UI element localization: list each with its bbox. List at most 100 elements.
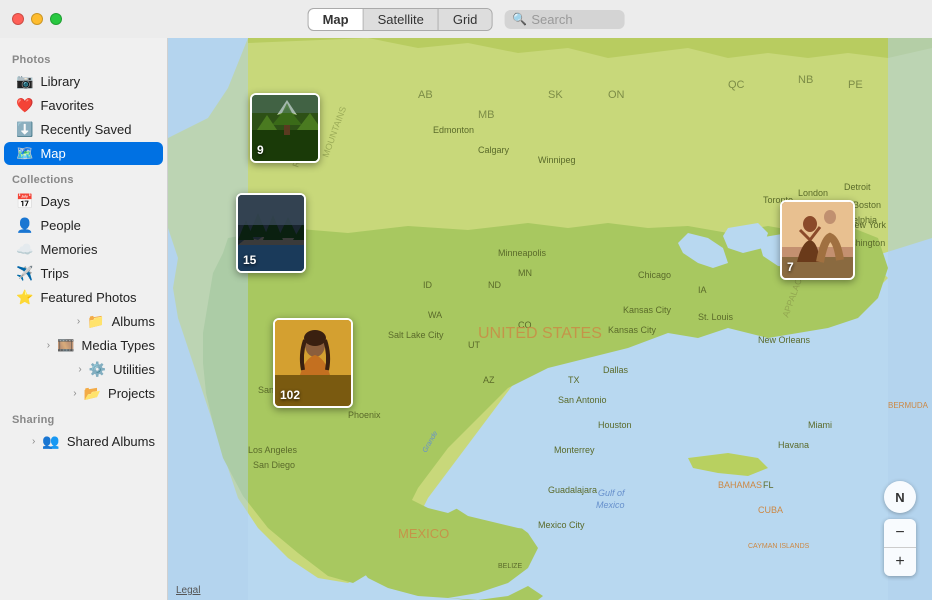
expand-arrow-icon: › xyxy=(32,436,35,447)
svg-text:Salt Lake City: Salt Lake City xyxy=(388,330,444,340)
svg-text:San Diego: San Diego xyxy=(253,460,295,470)
sidebar-item-label: Recently Saved xyxy=(40,122,131,137)
sidebar-item-label: Shared Albums xyxy=(67,434,155,449)
sidebar-item-label: Days xyxy=(40,194,70,209)
grid-view-button[interactable]: Grid xyxy=(439,9,492,30)
toolbar-center: Map Satellite Grid 🔍 Search xyxy=(308,8,625,31)
trips-icon: ✈️ xyxy=(16,265,33,282)
svg-text:IA: IA xyxy=(698,285,707,295)
sidebar-item-trips[interactable]: ✈️ Trips xyxy=(4,262,163,285)
svg-text:Detroit: Detroit xyxy=(844,182,871,192)
sidebar: Photos 📷 Library ❤️ Favorites ⬇️ Recentl… xyxy=(0,38,168,600)
svg-text:Guadalajara: Guadalajara xyxy=(548,485,597,495)
svg-text:Minneapolis: Minneapolis xyxy=(498,248,547,258)
svg-text:Havana: Havana xyxy=(778,440,809,450)
boston-photo-pin[interactable]: 7 xyxy=(780,200,855,280)
projects-icon: 📂 xyxy=(84,385,101,402)
svg-text:Kansas City: Kansas City xyxy=(623,305,672,315)
expand-arrow-icon: › xyxy=(77,316,80,327)
svg-text:London: London xyxy=(798,188,828,198)
svg-text:CAYMAN ISLANDS: CAYMAN ISLANDS xyxy=(748,543,810,550)
close-button[interactable] xyxy=(12,13,24,25)
zoom-in-button[interactable]: + xyxy=(884,548,916,576)
compass[interactable]: N xyxy=(884,481,916,513)
svg-text:ND: ND xyxy=(488,280,501,290)
svg-text:NB: NB xyxy=(798,74,813,86)
zoom-out-button[interactable]: − xyxy=(884,519,916,547)
search-box[interactable]: 🔍 Search xyxy=(504,10,624,29)
svg-text:Mexico City: Mexico City xyxy=(538,520,585,530)
sidebar-item-shared-albums[interactable]: › 👥 Shared Albums xyxy=(4,430,163,453)
sf-photo-count: 102 xyxy=(280,388,300,402)
sidebar-item-projects[interactable]: › 📂 Projects xyxy=(4,382,163,405)
sidebar-item-label: Projects xyxy=(108,386,155,401)
heart-icon: ❤️ xyxy=(16,97,33,114)
sidebar-item-label: Albums xyxy=(112,314,155,329)
minimize-button[interactable] xyxy=(31,13,43,25)
svg-text:Boston: Boston xyxy=(853,200,881,210)
sidebar-item-media-types[interactable]: › 🎞️ Media Types xyxy=(4,334,163,357)
memories-icon: ☁️ xyxy=(16,241,33,258)
svg-text:BERMUDA: BERMUDA xyxy=(888,401,929,410)
svg-text:Houston: Houston xyxy=(598,420,632,430)
sidebar-item-days[interactable]: 📅 Days xyxy=(4,190,163,213)
svg-text:MN: MN xyxy=(518,268,532,278)
svg-text:BELIZE: BELIZE xyxy=(498,563,522,570)
featured-icon: ⭐ xyxy=(16,289,33,306)
svg-text:Gulf of: Gulf of xyxy=(598,488,626,498)
main-content: Photos 📷 Library ❤️ Favorites ⬇️ Recentl… xyxy=(0,38,932,600)
sidebar-item-label: Featured Photos xyxy=(40,290,136,305)
svg-text:Los Angeles: Los Angeles xyxy=(248,445,298,455)
sidebar-item-favorites[interactable]: ❤️ Favorites xyxy=(4,94,163,117)
media-types-icon: 🎞️ xyxy=(57,337,74,354)
view-segment-control: Map Satellite Grid xyxy=(308,8,493,31)
svg-text:Winnipeg: Winnipeg xyxy=(538,155,576,165)
svg-text:Phoenix: Phoenix xyxy=(348,410,381,420)
svg-text:Monterrey: Monterrey xyxy=(554,445,595,455)
traffic-lights xyxy=(12,13,62,25)
maximize-button[interactable] xyxy=(50,13,62,25)
expand-arrow-icon: › xyxy=(47,340,50,351)
map-legal-link[interactable]: Legal xyxy=(176,585,200,596)
map-icon: 🗺️ xyxy=(16,145,33,162)
sidebar-item-map[interactable]: 🗺️ Map xyxy=(4,142,163,165)
satellite-view-button[interactable]: Satellite xyxy=(364,9,439,30)
svg-text:MEXICO: MEXICO xyxy=(398,526,449,541)
svg-text:San Antonio: San Antonio xyxy=(558,395,607,405)
days-icon: 📅 xyxy=(16,193,33,210)
sf-photo-pin[interactable]: 102 xyxy=(273,318,353,408)
sidebar-item-people[interactable]: 👤 People xyxy=(4,214,163,237)
svg-text:BAHAMAS: BAHAMAS xyxy=(718,480,762,490)
sidebar-item-albums[interactable]: › 📁 Albums xyxy=(4,310,163,333)
svg-text:Chicago: Chicago xyxy=(638,270,671,280)
svg-text:CUBA: CUBA xyxy=(758,505,783,515)
canada-photo-pin[interactable]: 9 xyxy=(250,93,320,163)
svg-text:Dallas: Dallas xyxy=(603,365,629,375)
sidebar-item-memories[interactable]: ☁️ Memories xyxy=(4,238,163,261)
sidebar-item-library[interactable]: 📷 Library xyxy=(4,70,163,93)
photos-section-label: Photos xyxy=(0,46,167,69)
svg-text:ID: ID xyxy=(423,280,433,290)
search-icon: 🔍 xyxy=(512,12,527,26)
sidebar-item-label: Trips xyxy=(40,266,68,281)
library-icon: 📷 xyxy=(16,73,33,90)
seattle-photo-thumb: 15 xyxy=(236,193,306,273)
sidebar-item-featured-photos[interactable]: ⭐ Featured Photos xyxy=(4,286,163,309)
sidebar-item-utilities[interactable]: › ⚙️ Utilities xyxy=(4,358,163,381)
seattle-photo-pin[interactable]: 15 xyxy=(236,193,306,273)
seattle-photo-count: 15 xyxy=(243,253,256,267)
zoom-controls: − + xyxy=(884,519,916,576)
boston-photo-count: 7 xyxy=(787,260,794,274)
map-view-button[interactable]: Map xyxy=(309,9,364,30)
sidebar-item-label: Memories xyxy=(40,242,97,257)
sidebar-item-recently-saved[interactable]: ⬇️ Recently Saved xyxy=(4,118,163,141)
sidebar-item-label: Favorites xyxy=(40,98,93,113)
map-controls: N − + xyxy=(884,481,916,576)
map-area[interactable]: MB SK AB ON QC NB PE Edmonton Calgary Wi… xyxy=(168,38,932,600)
sidebar-item-label: Utilities xyxy=(113,362,155,377)
svg-text:St. Louis: St. Louis xyxy=(698,312,734,322)
sidebar-item-label: Map xyxy=(40,146,65,161)
svg-text:ON: ON xyxy=(608,89,625,101)
search-placeholder: Search xyxy=(531,12,572,27)
svg-text:WA: WA xyxy=(428,310,442,320)
